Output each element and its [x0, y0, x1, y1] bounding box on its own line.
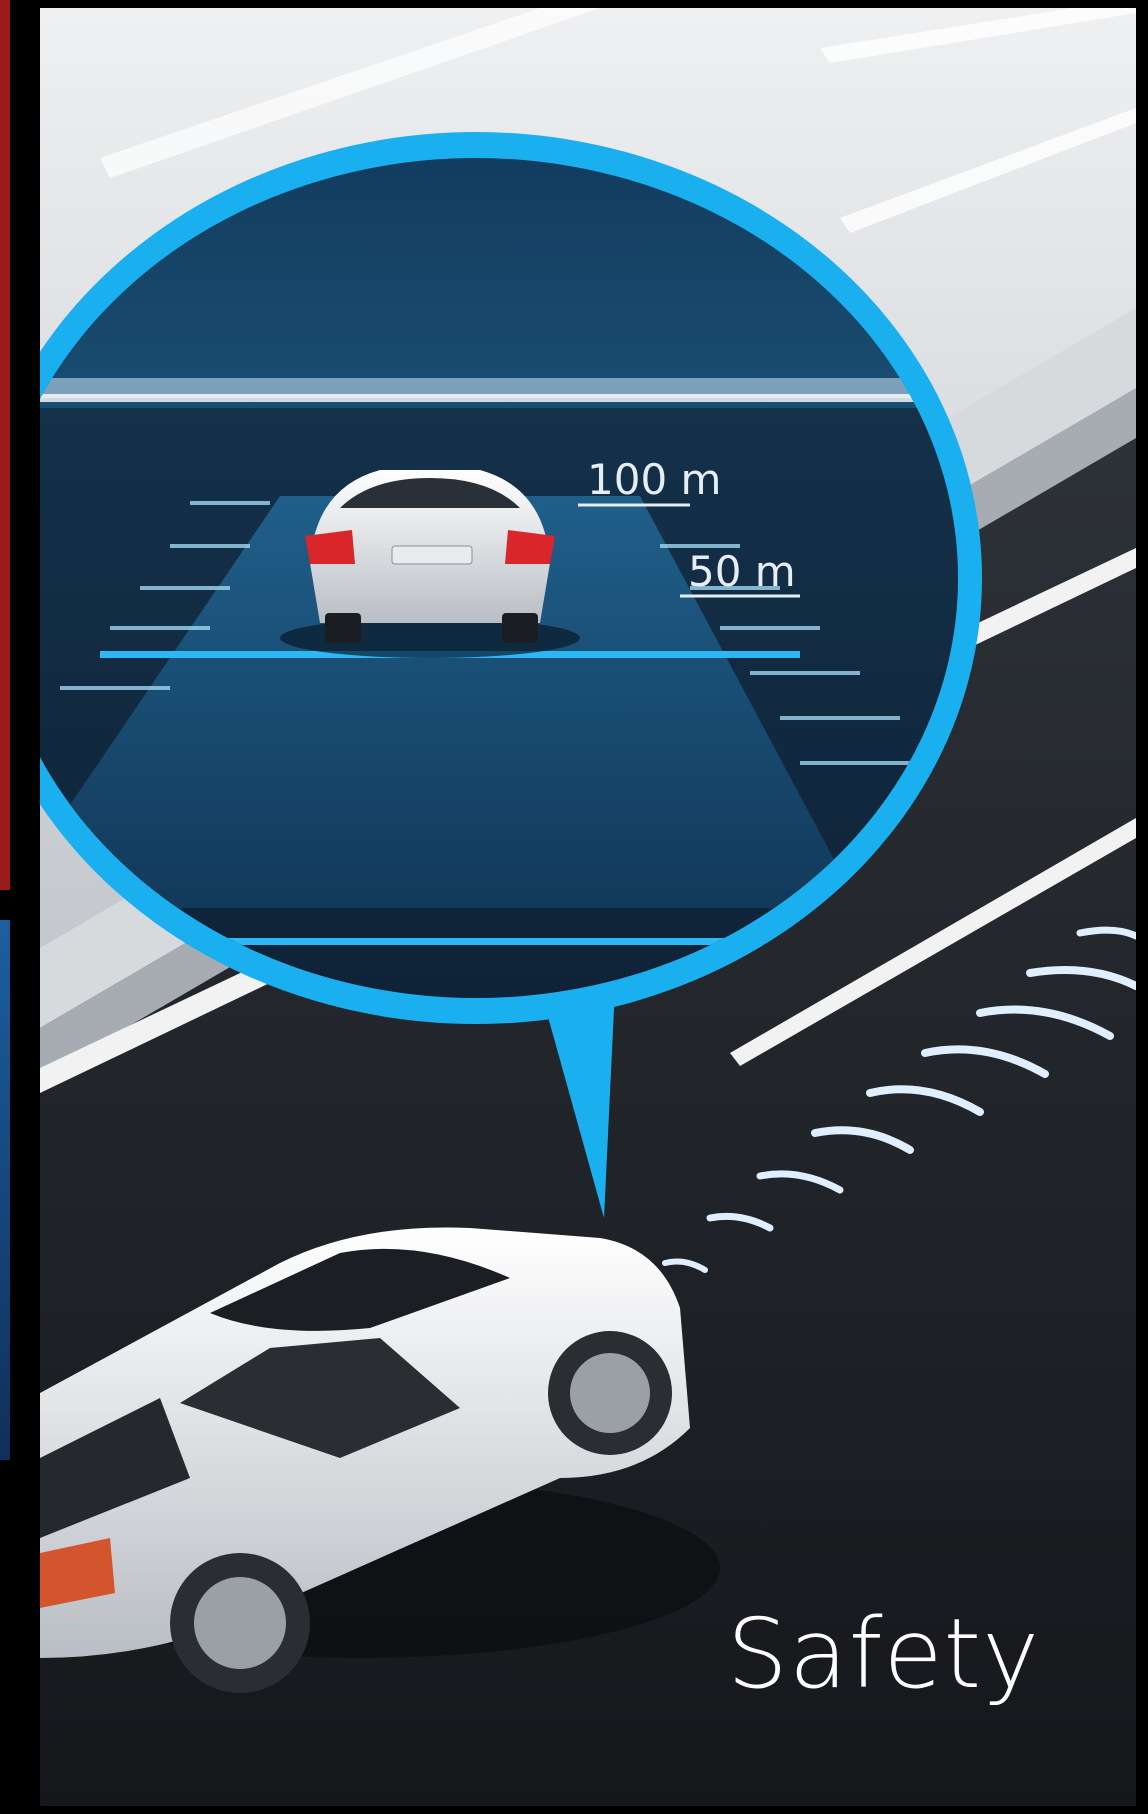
- adjacent-card-edge-red[interactable]: [0, 0, 10, 890]
- distance-marker-100m: 100 m: [578, 455, 721, 507]
- feature-title: Safety: [726, 1598, 1040, 1710]
- page-frame: 100 m 50 m Safety: [0, 0, 1148, 1814]
- driving-assist-illustration: 100 m 50 m: [40, 8, 1136, 1806]
- distance-label-100m: 100 m: [587, 455, 721, 504]
- adjacent-card-edge-blue[interactable]: [0, 920, 10, 1460]
- distance-marker-50m: 50 m: [680, 547, 800, 598]
- distance-label-50m: 50 m: [688, 547, 796, 596]
- safety-feature-card[interactable]: 100 m 50 m Safety: [40, 8, 1136, 1806]
